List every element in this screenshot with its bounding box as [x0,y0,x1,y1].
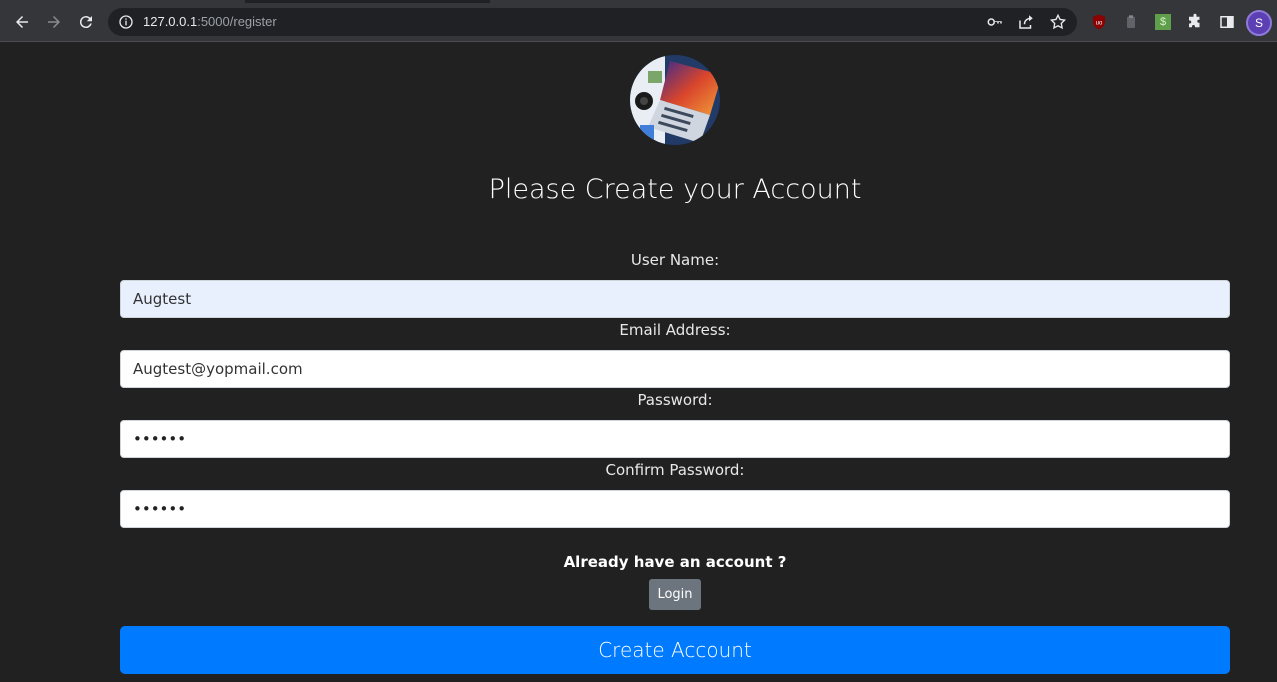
puzzle-icon [1189,13,1200,28]
profile-avatar[interactable]: S [1246,10,1272,36]
confirm-password-label: Confirm Password: [605,461,745,479]
info-icon[interactable] [118,14,134,30]
already-have-account-text: Already have an account ? [563,553,787,571]
url-host: 127.0.0.1 [143,14,198,29]
forward-arrow-icon [48,16,60,28]
ublock-button[interactable]: uo [1089,12,1109,32]
key-icon[interactable] [986,13,1004,31]
laptop-logo-image [630,55,720,145]
extension-3-button[interactable]: $ [1153,12,1173,32]
address-bar[interactable]: 127.0.0.1:5000/register [108,8,1077,36]
extension-icon [1127,15,1135,28]
browser-toolbar: 127.0.0.1:5000/register uo $ S [0,3,1277,42]
back-button[interactable] [9,9,35,35]
star-icon[interactable] [1049,13,1067,31]
username-input[interactable]: Augtest [120,280,1230,318]
side-panel-icon [1220,16,1234,28]
ublock-icon: uo [1093,14,1105,30]
email-input[interactable]: Augtest@yopmail.com [120,350,1230,388]
confirm-password-input[interactable]: •••••• [120,490,1230,528]
reload-icon [79,16,92,29]
site-logo [630,55,720,145]
create-account-button[interactable]: Create Account [120,626,1230,674]
page-title: Please Create your Account [488,174,862,205]
extensions-button[interactable] [1185,12,1205,32]
username-label: User Name: [630,251,720,269]
reload-button[interactable] [73,9,99,35]
dollar-extension-icon: $ [1155,14,1171,30]
login-button[interactable]: Login [649,579,701,610]
password-input[interactable]: •••••• [120,420,1230,458]
url-text[interactable]: 127.0.0.1:5000/register [143,14,277,29]
extension-2-button[interactable] [1121,12,1141,32]
email-label: Email Address: [619,321,731,339]
forward-button[interactable] [41,9,67,35]
share-icon[interactable] [1017,13,1035,31]
side-panel-button[interactable] [1217,12,1237,32]
password-label: Password: [637,391,713,409]
url-path: :5000/register [197,14,277,29]
svg-text:uo: uo [1096,20,1103,26]
back-arrow-icon [16,16,28,28]
